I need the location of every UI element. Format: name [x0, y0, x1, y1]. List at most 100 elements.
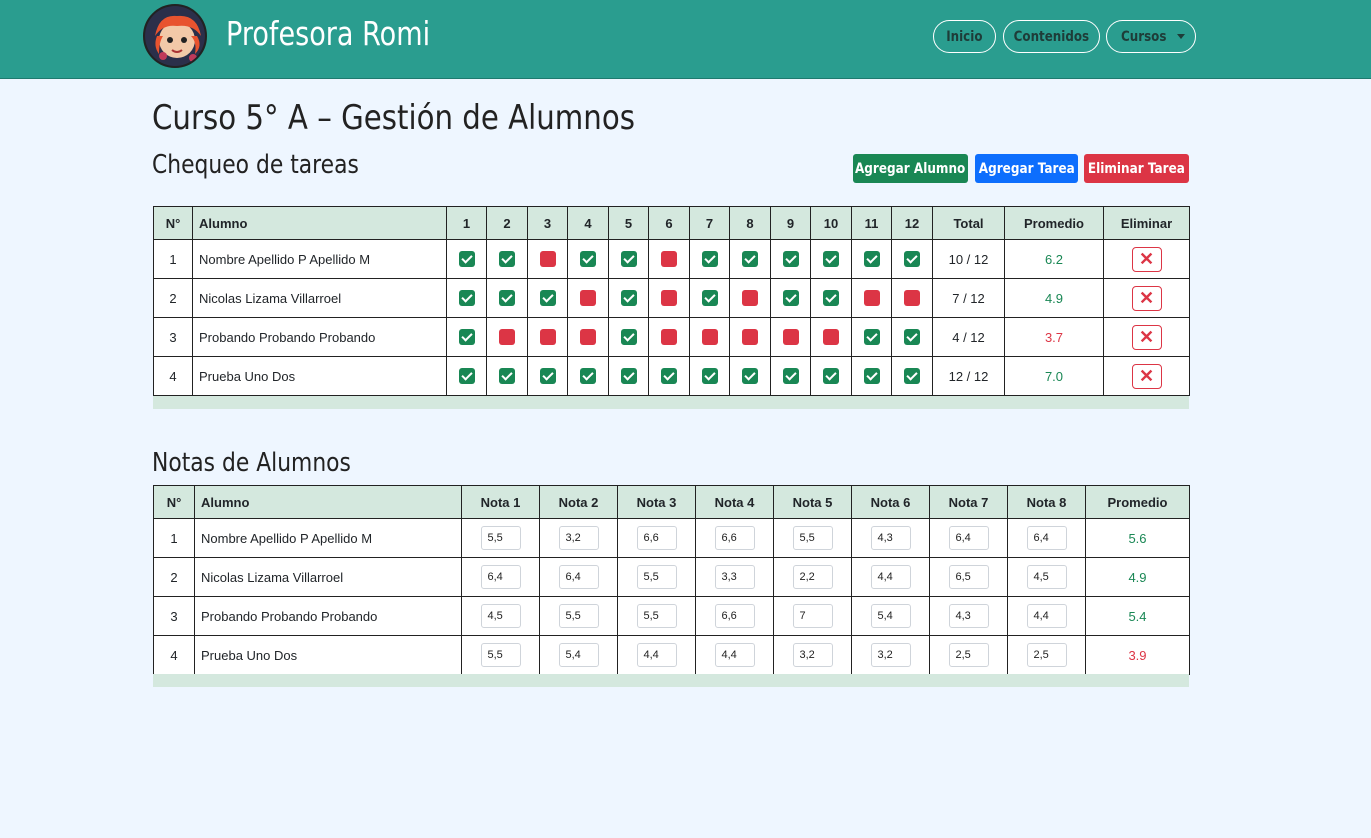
delete-task-button[interactable]: Eliminar Tarea	[1084, 154, 1189, 183]
grade-cell: 5,5	[461, 518, 540, 558]
grade-input[interactable]: 3,3	[714, 565, 755, 589]
task-done-checkbox[interactable]	[701, 251, 718, 268]
task-done-checkbox[interactable]	[742, 368, 758, 385]
grade-input[interactable]: 4,5	[480, 604, 521, 628]
grade-input[interactable]: 6,4	[558, 565, 599, 589]
task-done-checkbox[interactable]	[620, 251, 637, 268]
task-pending-checkbox[interactable]	[742, 329, 758, 346]
grade-input[interactable]: 6,6	[714, 604, 755, 628]
grade-input[interactable]: 5,5	[480, 643, 521, 667]
grade-input[interactable]: 4,4	[870, 565, 911, 589]
task-pending-checkbox[interactable]	[580, 290, 596, 307]
grade-input[interactable]: 2,5	[1026, 643, 1067, 667]
brand-title[interactable]: Profesora Romi	[226, 14, 430, 53]
grade-input[interactable]: 4,4	[636, 643, 677, 667]
task-pending-checkbox[interactable]	[661, 290, 677, 307]
task-pending-checkbox[interactable]	[499, 329, 515, 346]
task-done-checkbox[interactable]	[620, 290, 637, 307]
task-done-checkbox[interactable]	[458, 368, 475, 385]
grade-input[interactable]: 6,6	[714, 526, 755, 550]
task-done-checkbox[interactable]	[539, 290, 556, 307]
task-done-checkbox[interactable]	[539, 368, 556, 385]
task-average: 6.2	[1004, 239, 1104, 279]
task-pending-checkbox[interactable]	[539, 329, 556, 346]
grade-input[interactable]: 3,2	[558, 526, 599, 550]
grade-input[interactable]: 3,2	[792, 643, 833, 667]
task-done-checkbox[interactable]	[458, 290, 475, 307]
task-pending-checkbox[interactable]	[904, 290, 920, 307]
avatar[interactable]	[143, 4, 207, 68]
delete-student-button[interactable]: ✕	[1131, 363, 1162, 389]
grade-input[interactable]: 5,4	[558, 643, 599, 667]
task-done-checkbox[interactable]	[782, 251, 799, 268]
nav-cursos-dropdown[interactable]: Cursos	[1106, 20, 1196, 53]
tasks-header-cell: Promedio	[1004, 206, 1104, 240]
grade-input[interactable]: 3,2	[870, 643, 911, 667]
grade-input[interactable]: 5,5	[636, 565, 677, 589]
task-done-checkbox[interactable]	[499, 368, 515, 385]
task-average: 3.7	[1004, 317, 1104, 357]
task-done-checkbox[interactable]	[580, 251, 596, 268]
task-cell	[567, 278, 609, 318]
grade-input[interactable]: 6,4	[948, 526, 989, 550]
task-done-checkbox[interactable]	[782, 290, 799, 307]
grade-input[interactable]: 5,5	[636, 604, 677, 628]
grade-cell: 5,5	[539, 596, 618, 636]
grade-input[interactable]: 5,5	[480, 526, 521, 550]
grade-input[interactable]: 4,3	[870, 526, 911, 550]
task-done-checkbox[interactable]	[782, 368, 799, 385]
task-pending-checkbox[interactable]	[580, 329, 596, 346]
grade-input[interactable]: 4,4	[714, 643, 755, 667]
task-done-checkbox[interactable]	[701, 290, 718, 307]
task-done-checkbox[interactable]	[904, 368, 920, 385]
task-done-checkbox[interactable]	[823, 290, 839, 307]
grade-input[interactable]: 6,6	[636, 526, 677, 550]
task-done-checkbox[interactable]	[904, 251, 920, 268]
task-pending-checkbox[interactable]	[539, 251, 556, 268]
add-student-button[interactable]: Agregar Alumno	[853, 154, 968, 183]
delete-student-button[interactable]: ✕	[1131, 324, 1162, 350]
grade-input[interactable]: 6,5	[948, 565, 989, 589]
task-done-checkbox[interactable]	[499, 251, 515, 268]
table-row: 1 Nombre Apellido P Apellido M 10 / 12 6.2 ✕	[153, 239, 1190, 279]
nav-contenidos-button[interactable]: Contenidos	[1003, 20, 1100, 53]
grade-input[interactable]: 4,4	[1026, 604, 1067, 628]
grade-input[interactable]: 5,5	[792, 526, 833, 550]
task-pending-checkbox[interactable]	[701, 329, 718, 346]
task-done-checkbox[interactable]	[863, 251, 880, 268]
task-done-checkbox[interactable]	[742, 251, 758, 268]
grade-input[interactable]: 5,4	[870, 604, 911, 628]
grade-input[interactable]: 2,5	[948, 643, 989, 667]
grade-input[interactable]: 2,2	[792, 565, 833, 589]
grade-input[interactable]: 6,4	[1026, 526, 1067, 550]
grade-input[interactable]: 7	[792, 604, 833, 628]
task-done-checkbox[interactable]	[458, 329, 475, 346]
grade-input[interactable]: 4,3	[948, 604, 989, 628]
delete-student-button[interactable]: ✕	[1131, 246, 1162, 272]
task-pending-checkbox[interactable]	[863, 290, 880, 307]
task-done-checkbox[interactable]	[863, 368, 880, 385]
grade-input[interactable]: 6,4	[480, 565, 521, 589]
task-done-checkbox[interactable]	[863, 329, 880, 346]
task-pending-checkbox[interactable]	[661, 329, 677, 346]
task-done-checkbox[interactable]	[823, 368, 839, 385]
task-done-checkbox[interactable]	[499, 290, 515, 307]
task-done-checkbox[interactable]	[701, 368, 718, 385]
task-pending-checkbox[interactable]	[742, 290, 758, 307]
grade-input[interactable]: 4,5	[1026, 565, 1067, 589]
task-pending-checkbox[interactable]	[661, 251, 677, 268]
task-done-checkbox[interactable]	[620, 329, 637, 346]
task-cell	[608, 278, 649, 318]
task-done-checkbox[interactable]	[823, 251, 839, 268]
task-pending-checkbox[interactable]	[782, 329, 799, 346]
task-done-checkbox[interactable]	[661, 368, 677, 385]
delete-student-button[interactable]: ✕	[1131, 285, 1162, 311]
grade-input[interactable]: 5,5	[558, 604, 599, 628]
task-pending-checkbox[interactable]	[823, 329, 839, 346]
add-task-button[interactable]: Agregar Tarea	[975, 154, 1078, 183]
task-done-checkbox[interactable]	[580, 368, 596, 385]
nav-inicio-button[interactable]: Inicio	[933, 20, 996, 53]
task-done-checkbox[interactable]	[620, 368, 637, 385]
task-done-checkbox[interactable]	[904, 329, 920, 346]
task-done-checkbox[interactable]	[458, 251, 475, 268]
